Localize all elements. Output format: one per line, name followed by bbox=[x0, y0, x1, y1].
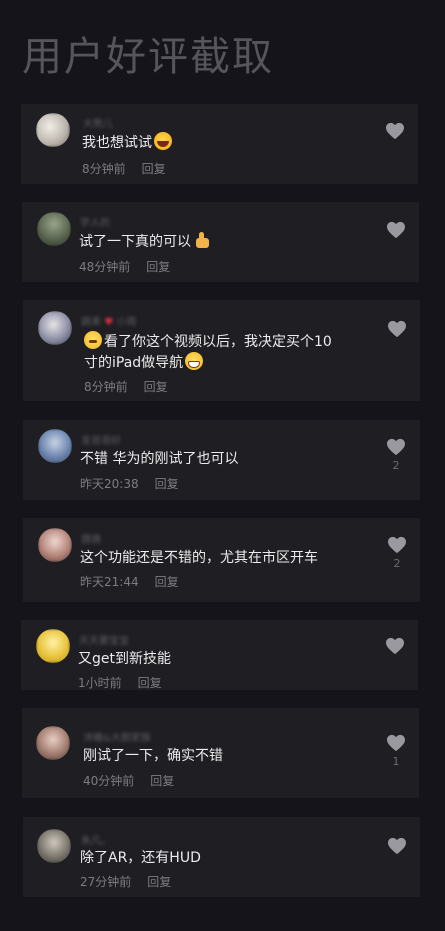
avatar[interactable] bbox=[38, 311, 72, 345]
avatar[interactable] bbox=[36, 726, 70, 760]
like-button[interactable] bbox=[384, 637, 406, 658]
like-button[interactable]: 2 bbox=[385, 438, 407, 472]
heart-icon bbox=[388, 536, 406, 554]
reply-button[interactable]: 回复 bbox=[155, 575, 179, 589]
comment-card: 猜猜 这个功能还是不错的，尤其在市区开车 昨天21:44 回复 2 bbox=[23, 518, 420, 602]
grinning-face-emoji bbox=[185, 352, 204, 370]
comment-meta: 1小时前 回复 bbox=[78, 674, 162, 691]
comment-time: 1小时前 bbox=[78, 676, 122, 690]
username[interactable]: 跳来 ♥ 小雨 bbox=[81, 313, 136, 328]
username[interactable]: 天天要宝宝 bbox=[79, 632, 129, 647]
comment-card: 发哥哥好 不错 华为的刚试了也可以 昨天20:38 回复 2 bbox=[23, 420, 420, 500]
comment-meta: 昨天21:44 回复 bbox=[80, 573, 179, 590]
heart-icon bbox=[387, 438, 405, 456]
reply-button[interactable]: 回复 bbox=[146, 260, 170, 274]
like-button[interactable] bbox=[385, 221, 407, 242]
like-button[interactable]: 2 bbox=[386, 536, 408, 570]
comment-time: 昨天21:44 bbox=[80, 575, 139, 589]
comment-card: 大熊儿 我也想试试 8分钟前 回复 bbox=[21, 104, 418, 184]
username[interactable]: 学人的 bbox=[80, 214, 110, 229]
heart-icon bbox=[386, 122, 404, 140]
like-button[interactable] bbox=[386, 320, 408, 341]
comment-card: 跳来 ♥ 小雨 看了你这个视频以后，我决定买个10 寸的iPad做导航 8分钟前… bbox=[23, 300, 420, 401]
page-title: 用户好评截取 bbox=[22, 34, 274, 80]
avatar[interactable] bbox=[36, 113, 70, 147]
comment-meta: 8分钟前 回复 bbox=[82, 160, 166, 177]
like-button[interactable] bbox=[386, 837, 408, 858]
comment-text: 这个功能还是不错的，尤其在市区开车 bbox=[80, 550, 318, 566]
heart-icon bbox=[388, 837, 406, 855]
heart-icon bbox=[387, 221, 405, 239]
comment-text: 除了AR，还有HUD bbox=[80, 850, 201, 866]
reply-button[interactable]: 回复 bbox=[144, 380, 168, 394]
heart-icon bbox=[387, 734, 405, 752]
avatar[interactable] bbox=[36, 629, 70, 663]
comment-card: 沐曦&大胆家族 刚试了一下，确实不错 40分钟前 回复 1 bbox=[22, 708, 419, 798]
heart-icon bbox=[386, 637, 404, 655]
comment-meta: 40分钟前 回复 bbox=[83, 772, 174, 789]
reply-button[interactable]: 回复 bbox=[150, 774, 174, 788]
comment-text: 刚试了一下，确实不错 bbox=[83, 748, 223, 764]
comment-meta: 48分钟前 回复 bbox=[79, 258, 170, 275]
comment-time: 8分钟前 bbox=[84, 380, 128, 394]
like-count: 1 bbox=[392, 755, 400, 768]
comment-text: 试了一下真的可以 bbox=[79, 231, 211, 253]
avatar[interactable] bbox=[38, 528, 72, 562]
comment-card: 学人的 试了一下真的可以 48分钟前 回复 bbox=[22, 202, 419, 282]
comment-time: 27分钟前 bbox=[80, 875, 132, 889]
reply-button[interactable]: 回复 bbox=[147, 875, 171, 889]
comment-text: 又get到新技能 bbox=[78, 651, 171, 667]
username[interactable]: 发哥哥好 bbox=[81, 432, 121, 447]
like-button[interactable] bbox=[384, 122, 406, 143]
username[interactable]: 猜猜 bbox=[81, 531, 101, 546]
comment-time: 8分钟前 bbox=[82, 162, 126, 176]
comment-time: 40分钟前 bbox=[83, 774, 135, 788]
like-count: 2 bbox=[393, 557, 401, 570]
thumbs-up-emoji bbox=[193, 231, 211, 249]
heart-icon bbox=[388, 320, 406, 338]
comment-text-line2: 寸的iPad做导航 bbox=[84, 352, 204, 374]
avatar[interactable] bbox=[37, 829, 71, 863]
comment-meta: 27分钟前 回复 bbox=[80, 873, 171, 890]
comment-time: 昨天20:38 bbox=[80, 477, 139, 491]
username[interactable]: 朱凡。 bbox=[81, 832, 111, 847]
avatar[interactable] bbox=[38, 429, 72, 463]
comment-meta: 昨天20:38 回复 bbox=[80, 475, 179, 492]
reply-button[interactable]: 回复 bbox=[138, 676, 162, 690]
username[interactable]: 沐曦&大胆家族 bbox=[83, 729, 151, 744]
comment-text: 看了你这个视频以后，我决定买个10 bbox=[84, 331, 332, 353]
comment-card: 天天要宝宝 又get到新技能 1小时前 回复 bbox=[21, 620, 418, 690]
reply-button[interactable]: 回复 bbox=[142, 162, 166, 176]
reply-button[interactable]: 回复 bbox=[155, 477, 179, 491]
comment-time: 48分钟前 bbox=[79, 260, 131, 274]
username[interactable]: 大熊儿 bbox=[83, 115, 113, 130]
avatar[interactable] bbox=[37, 212, 71, 246]
comment-text: 不错 华为的刚试了也可以 bbox=[80, 451, 239, 467]
comment-meta: 8分钟前 回复 bbox=[84, 378, 168, 395]
like-button[interactable]: 1 bbox=[385, 734, 407, 768]
comment-card: 朱凡。 除了AR，还有HUD 27分钟前 回复 bbox=[23, 817, 420, 897]
like-count: 2 bbox=[392, 459, 400, 472]
rolling-on-floor-laughing-emoji bbox=[154, 132, 172, 150]
thinking-face-emoji bbox=[84, 331, 102, 349]
comment-text: 我也想试试 bbox=[82, 132, 172, 154]
